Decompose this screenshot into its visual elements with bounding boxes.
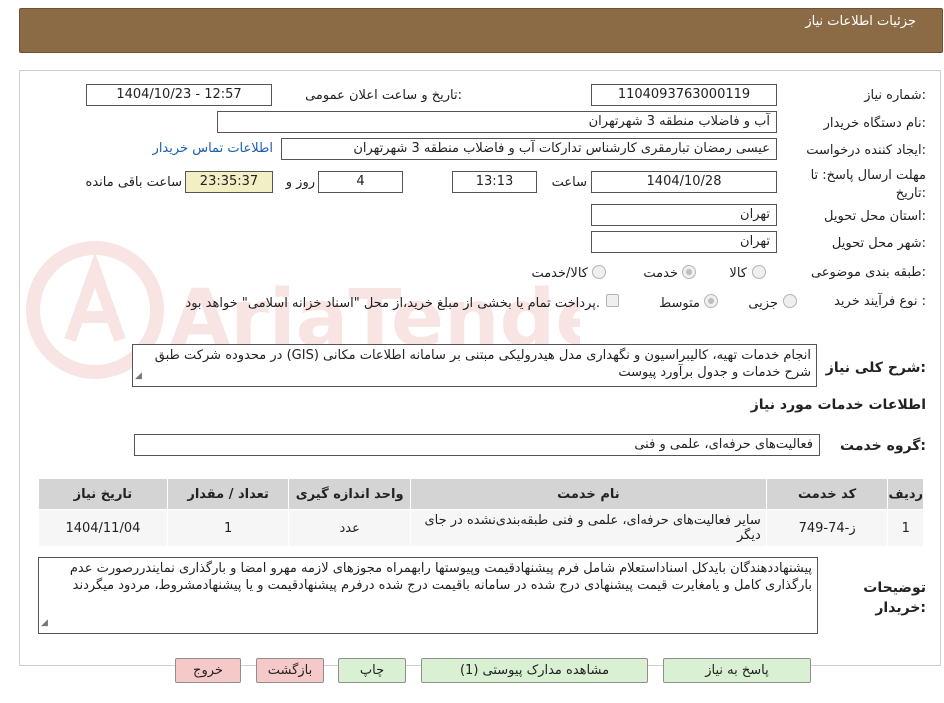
treasury-payment-checkbox[interactable] <box>606 294 619 307</box>
buyer-notes-textarea[interactable]: پیشنهاددهندگان بایدکل اسناداستعلام شامل … <box>38 557 818 634</box>
remaining-time-field: 23:35:37 <box>185 171 273 193</box>
page-title: جزئیات اطلاعات نیاز <box>805 14 916 29</box>
process-medium-label: متوسط <box>659 296 700 311</box>
buyer-contact-link[interactable]: اطلاعات تماس خریدار <box>140 141 273 156</box>
category-label: طبقه بندی موضوعی: <box>810 265 926 280</box>
buyer-notes-text: پیشنهاددهندگان بایدکل اسناداستعلام شامل … <box>69 561 812 593</box>
city-field: تهران <box>591 231 777 253</box>
resize-handle-icon[interactable]: ◢ <box>41 615 48 632</box>
deadline-time-field: 13:13 <box>452 171 537 193</box>
city-label: شهر محل تحویل: <box>831 236 926 251</box>
category-service-radio[interactable] <box>682 265 696 279</box>
service-group-label: گروه خدمت: <box>840 438 926 454</box>
print-button[interactable]: چاپ <box>338 658 406 683</box>
buyer-org-field: آب و فاضلاب منطقه 3 شهرتهران <box>217 111 777 133</box>
col-row-number: ردیف <box>887 478 924 510</box>
cell-need-date: 1404/11/04 <box>38 509 168 547</box>
col-unit: واحد اندازه گیری <box>288 478 411 510</box>
process-minor-radio[interactable] <box>783 294 797 308</box>
cell-quantity: 1 <box>166 509 290 547</box>
view-attachments-button[interactable]: مشاهده مدارک پیوستی (1) <box>421 658 648 683</box>
category-goods-label: کالا <box>729 266 747 281</box>
service-group-field: فعالیت‌های حرفه‌ای، علمی و فنی <box>134 434 820 456</box>
cell-row-number: 1 <box>887 509 924 547</box>
process-minor-label: جزیی <box>748 296 778 311</box>
category-goods-service-label: کالا/خدمت <box>531 266 588 281</box>
time-label: ساعت <box>551 175 587 190</box>
requester-label: ایجاد کننده درخواست: <box>806 143 926 158</box>
process-medium-radio[interactable] <box>704 294 718 308</box>
buyer-notes-label: توضیحات خریدار: <box>863 580 926 616</box>
province-field: تهران <box>591 204 777 226</box>
col-service-code: کد خدمت <box>765 478 889 510</box>
process-label: نوع فرآیند خرید : <box>834 294 926 309</box>
cell-unit: عدد <box>288 509 411 547</box>
back-button[interactable]: بازگشت <box>256 658 324 683</box>
deadline-label: مهلت ارسال پاسخ: تا تاریخ: <box>810 168 926 201</box>
need-number-field: 1104093763000119 <box>591 84 777 106</box>
days-label: روز و <box>285 175 315 190</box>
requester-field: عیسی رمضان تبارمقری کارشناس تدارکات آب و… <box>281 138 777 160</box>
description-text: انجام خدمات تهیه، کالیبراسیون و نگهداری … <box>154 348 811 380</box>
cell-service-name: سایر فعالیت‌های حرفه‌ای، علمی و فنی طبقه… <box>410 509 767 547</box>
col-service-name: نام خدمت <box>410 478 767 510</box>
category-service-label: خدمت <box>643 266 678 281</box>
days-field: 4 <box>318 171 403 193</box>
category-goods-radio[interactable] <box>752 265 766 279</box>
category-goods-service-radio[interactable] <box>592 265 606 279</box>
table-row: 1 ز-74-749 سایر فعالیت‌های حرفه‌ای، علمی… <box>38 509 924 547</box>
province-label: استان محل تحویل: <box>824 209 926 224</box>
services-table: ردیف کد خدمت نام خدمت واحد اندازه گیری ت… <box>38 478 924 547</box>
description-textarea[interactable]: انجام خدمات تهیه، کالیبراسیون و نگهداری … <box>132 344 817 387</box>
buyer-org-label: نام دستگاه خریدار: <box>823 116 926 131</box>
col-need-date: تاریخ نیاز <box>38 478 168 510</box>
description-label: شرح کلی نیاز: <box>825 360 926 376</box>
deadline-date-field: 1404/10/28 <box>591 171 777 193</box>
need-number-label: شماره نیاز: <box>864 88 926 103</box>
col-quantity: تعداد / مقدار <box>166 478 290 510</box>
services-table-wrap: ردیف کد خدمت نام خدمت واحد اندازه گیری ت… <box>38 478 924 547</box>
announce-label: تاریخ و ساعت اعلان عمومی: <box>305 88 462 103</box>
treasury-payment-note: پرداخت تمام یا بخشی از مبلغ خرید،از محل … <box>185 296 600 311</box>
announce-field: 1404/10/23 - 12:57 <box>86 84 272 106</box>
services-section-title: اطلاعات خدمات مورد نیاز <box>750 397 926 413</box>
exit-button[interactable]: خروج <box>175 658 241 683</box>
cell-service-code: ز-74-749 <box>765 509 889 547</box>
reply-button[interactable]: پاسخ به نیاز <box>663 658 811 683</box>
resize-handle-icon[interactable]: ◢ <box>135 368 142 385</box>
table-header-row: ردیف کد خدمت نام خدمت واحد اندازه گیری ت… <box>38 478 924 510</box>
remaining-label: ساعت باقی مانده <box>85 175 182 190</box>
